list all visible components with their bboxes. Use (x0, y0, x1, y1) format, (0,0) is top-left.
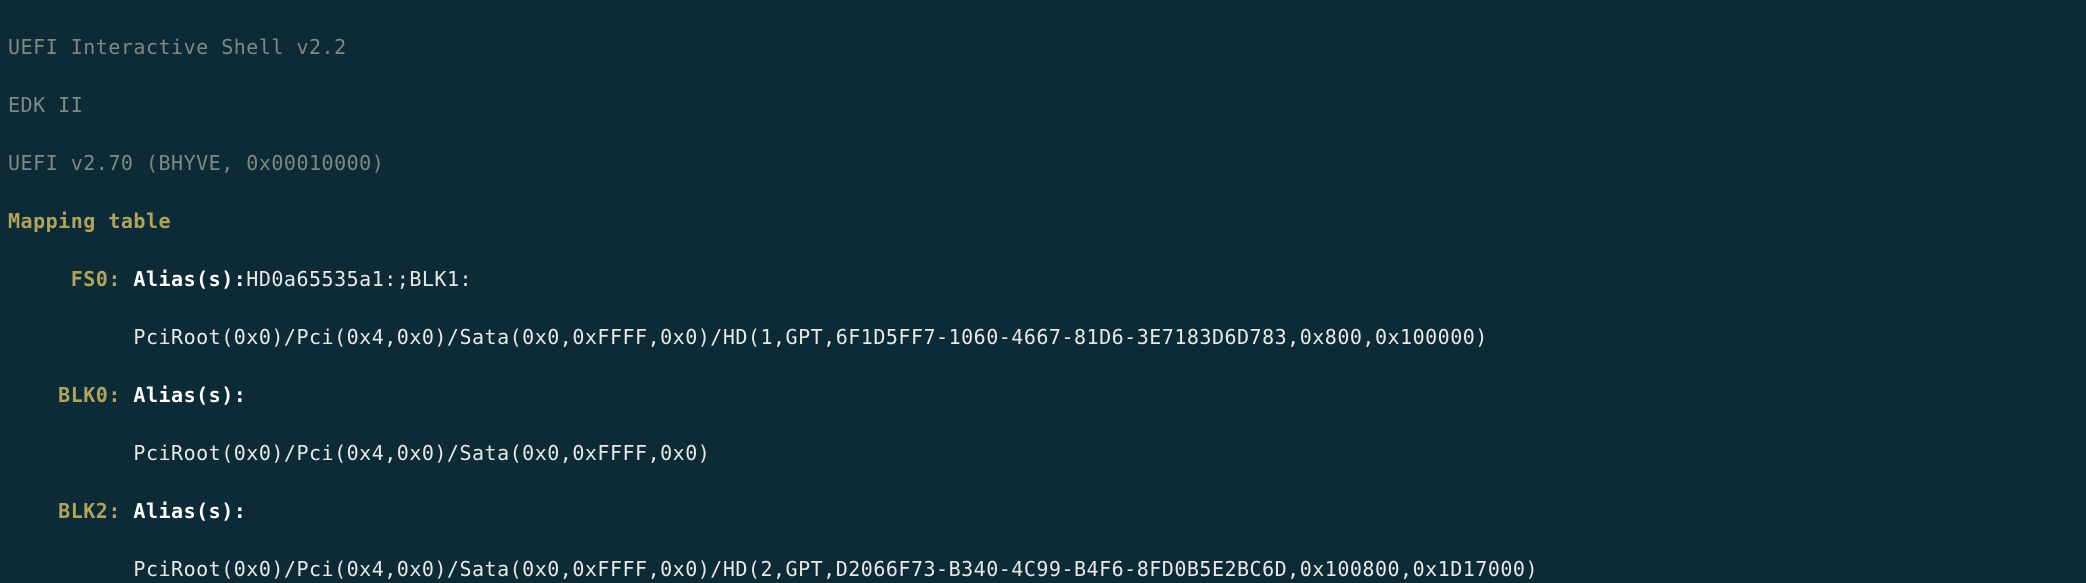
header-edk: EDK II (8, 91, 2078, 120)
map-label-fs0: FS0: (8, 267, 121, 291)
map-alias-label: Alias(s): (121, 499, 246, 523)
map-label-blk2: BLK2: (8, 499, 121, 523)
header-uefi-ver: UEFI v2.70 (BHYVE, 0x00010000) (8, 149, 2078, 178)
map-entry-blk2-header: BLK2: Alias(s): (8, 497, 2078, 526)
map-entry-fs0-path: PciRoot(0x0)/Pci(0x4,0x0)/Sata(0x0,0xFFF… (8, 323, 2078, 352)
map-alias-label: Alias(s): (121, 267, 246, 291)
map-entry-blk2-path: PciRoot(0x0)/Pci(0x4,0x0)/Sata(0x0,0xFFF… (8, 555, 2078, 583)
map-entry-fs0-header: FS0: Alias(s):HD0a65535a1:;BLK1: (8, 265, 2078, 294)
map-alias-value: HD0a65535a1:;BLK1: (246, 267, 472, 291)
map-alias-label: Alias(s): (121, 383, 246, 407)
map-label-blk0: BLK0: (8, 383, 121, 407)
uefi-shell-screen[interactable]: UEFI Interactive Shell v2.2 EDK II UEFI … (0, 0, 2086, 583)
header-title: UEFI Interactive Shell v2.2 (8, 33, 2078, 62)
map-entry-blk0-header: BLK0: Alias(s): (8, 381, 2078, 410)
mapping-table-heading: Mapping table (8, 207, 2078, 236)
map-entry-blk0-path: PciRoot(0x0)/Pci(0x4,0x0)/Sata(0x0,0xFFF… (8, 439, 2078, 468)
